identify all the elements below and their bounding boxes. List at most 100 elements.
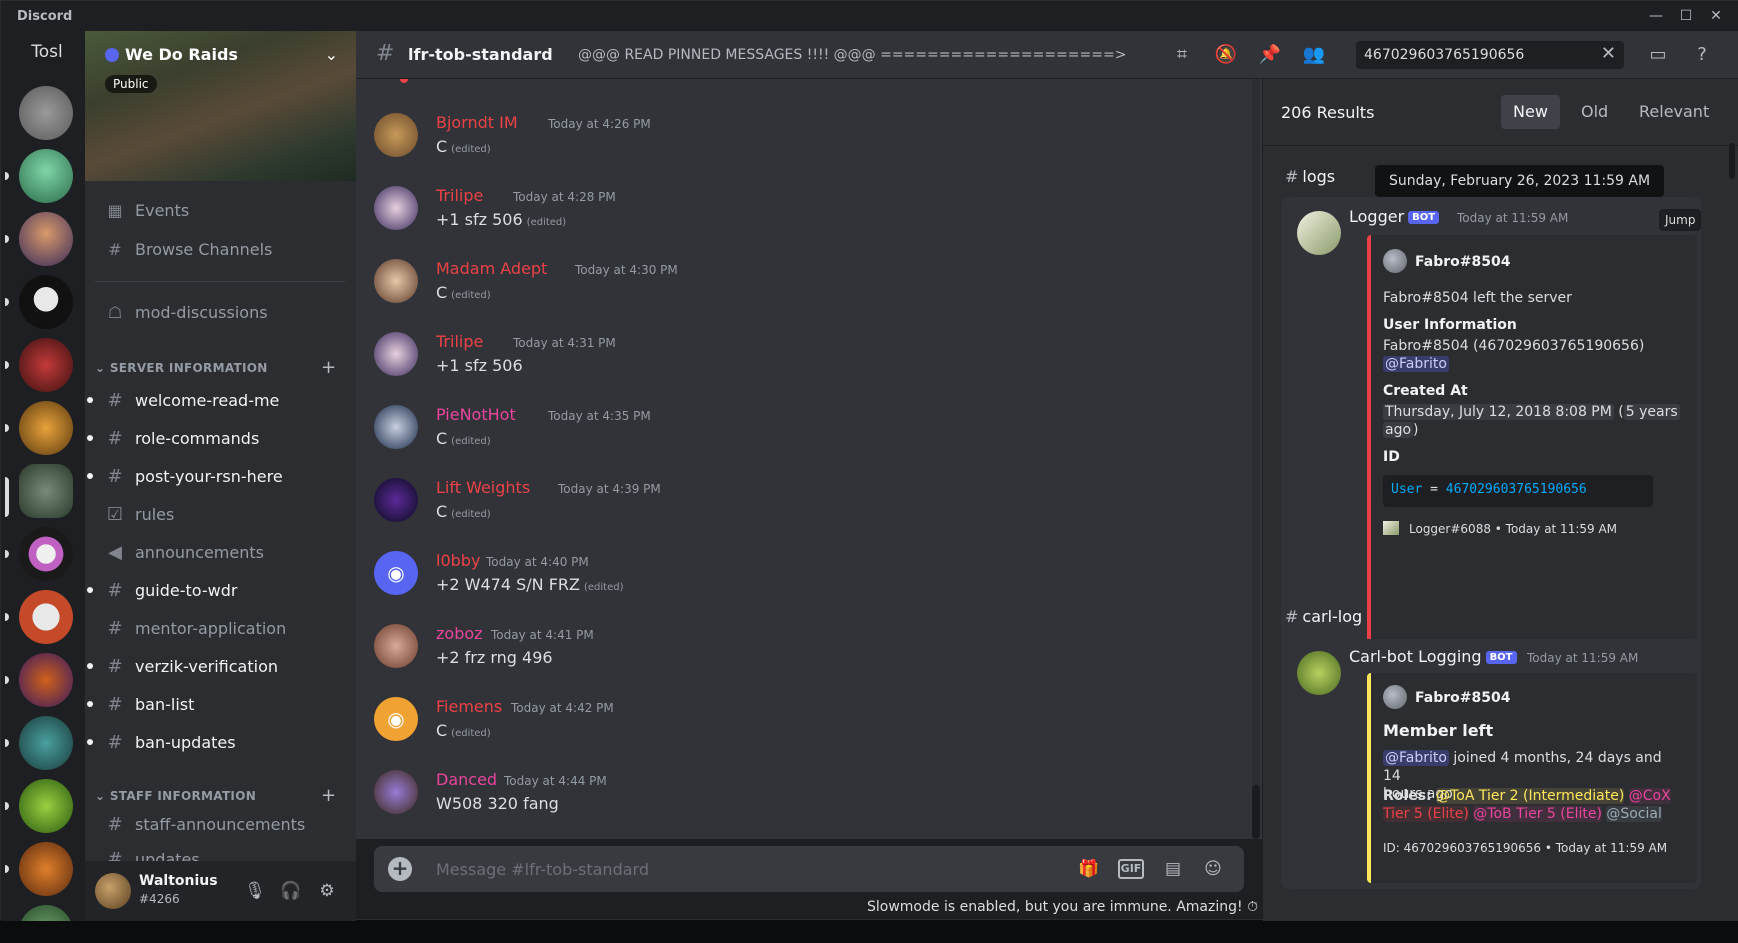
gift-icon[interactable]: 🎁 <box>1076 857 1102 881</box>
role-mention[interactable]: @Social <box>1606 806 1662 822</box>
server-icon[interactable] <box>19 653 73 707</box>
role-mention[interactable]: Tier 5 (Elite) <box>1383 806 1469 822</box>
pinned-messages-icon[interactable]: 📌 <box>1258 43 1282 67</box>
server-icon[interactable] <box>19 905 73 921</box>
add-channel-icon[interactable]: + <box>321 785 336 806</box>
channel-mentor-application[interactable]: # mentor-application <box>105 612 286 646</box>
server-icon[interactable] <box>19 338 73 392</box>
search-box[interactable]: ✕ <box>1356 41 1624 69</box>
sort-relevant-tab[interactable]: Relevant <box>1627 95 1721 129</box>
avatar[interactable] <box>374 478 418 522</box>
add-channel-icon[interactable]: + <box>321 357 336 378</box>
server-icon[interactable] <box>19 275 73 329</box>
result-group-channel[interactable]: # logs <box>1285 167 1335 186</box>
discord-default-avatar-icon[interactable]: ◉ <box>374 697 418 741</box>
server-icon-we-do-raids[interactable] <box>19 464 73 518</box>
avatar[interactable] <box>374 405 418 449</box>
mention-text[interactable]: @Fabrito <box>1383 356 1449 372</box>
channel-ban-updates[interactable]: # ban-updates <box>87 726 236 760</box>
results-scrollbar-thumb[interactable] <box>1729 143 1735 179</box>
server-banner[interactable]: We Do Raids ⌄ Public <box>85 31 356 181</box>
server-icon[interactable] <box>19 86 73 140</box>
message-author[interactable]: Trilipe <box>436 332 483 351</box>
nav-events[interactable]: ▦ Events <box>105 195 189 227</box>
sort-old-tab[interactable]: Old <box>1569 95 1620 129</box>
server-icon[interactable] <box>19 527 73 581</box>
avatar[interactable] <box>374 770 418 814</box>
message-author[interactable]: PieNotHot <box>436 405 516 424</box>
message-author[interactable]: Madam Adept <box>436 259 547 278</box>
server-name[interactable]: We Do Raids <box>105 45 238 64</box>
channel-topic[interactable]: @@@ READ PINNED MESSAGES !!!! @@@ ======… <box>578 47 1126 63</box>
channel-announcements[interactable]: ◀ announcements <box>105 536 264 570</box>
mute-notifications-icon[interactable]: 🔕 <box>1214 43 1238 67</box>
logger-avatar[interactable] <box>1297 211 1341 255</box>
channel-welcome-read-me[interactable]: # welcome-read-me <box>87 384 279 418</box>
message-author[interactable]: Bjorndt IM <box>436 113 518 132</box>
channel-guide-to-wdr[interactable]: # guide-to-wdr <box>87 574 237 608</box>
attach-plus-icon[interactable]: + <box>388 857 412 881</box>
avatar[interactable] <box>374 259 418 303</box>
sticker-icon[interactable]: ▤ <box>1160 857 1186 881</box>
bot-author[interactable]: Carl-bot Logging BOT <box>1349 647 1517 666</box>
category-server-information[interactable]: ⌄ SERVER INFORMATION + <box>95 357 336 378</box>
search-result-card[interactable]: Carl-bot Logging BOT Today at 11:59 AM Fa… <box>1281 639 1701 889</box>
help-icon[interactable]: ? <box>1690 43 1714 67</box>
role-mention[interactable]: @ToA Tier 2 (Intermediate) <box>1436 788 1625 804</box>
avatar[interactable] <box>374 113 418 157</box>
search-input[interactable] <box>1364 45 1584 65</box>
gear-icon[interactable]: ⚙ <box>315 879 339 903</box>
channel-role-commands[interactable]: # role-commands <box>87 422 259 456</box>
result-timestamp[interactable]: Today at 11:59 AM <box>1527 651 1638 665</box>
member-list-icon[interactable]: 👥 <box>1302 43 1326 67</box>
server-icon[interactable] <box>19 590 73 644</box>
jump-button[interactable]: Jump <box>1659 209 1702 231</box>
chevron-down-icon[interactable]: ⌄ <box>325 45 338 64</box>
channel-mod-discussions[interactable]: ☖ mod-discussions <box>105 297 268 329</box>
message-author[interactable]: Danced <box>436 770 497 789</box>
result-group-channel[interactable]: # carl-log <box>1285 607 1362 626</box>
category-staff-information[interactable]: ⌄ STAFF INFORMATION + <box>95 785 336 806</box>
embed-mention[interactable]: @Fabrito <box>1383 355 1449 373</box>
server-icon[interactable] <box>19 149 73 203</box>
role-mention[interactable]: @CoX <box>1628 788 1671 804</box>
avatar[interactable] <box>374 186 418 230</box>
message-input[interactable] <box>436 858 996 880</box>
headphones-icon[interactable]: 🎧 <box>279 879 303 903</box>
minimize-icon[interactable]: — <box>1641 5 1671 27</box>
channel-post-your-rsn-here[interactable]: # post-your-rsn-here <box>87 460 283 494</box>
channel-staff-announcements[interactable]: # staff-announcements <box>105 808 305 842</box>
mention-text[interactable]: @Fabrito <box>1383 750 1449 766</box>
maximize-icon[interactable]: ☐ <box>1671 5 1701 27</box>
message-scrollbar-track[interactable] <box>1252 79 1260 839</box>
inbox-icon[interactable]: ▭ <box>1646 43 1670 67</box>
search-result-card[interactable]: Logger BOT Today at 11:59 AM Fabro#8504 F… <box>1281 197 1701 649</box>
turtle-avatar[interactable] <box>1297 651 1341 695</box>
avatar[interactable] <box>374 624 418 668</box>
server-icon[interactable] <box>19 401 73 455</box>
message-author[interactable]: Trilipe <box>436 186 483 205</box>
channel-rules[interactable]: ☑ rules <box>105 498 174 532</box>
message-scrollbar-thumb[interactable] <box>1252 785 1260 839</box>
server-icon[interactable] <box>19 842 73 896</box>
gif-button[interactable]: GIF <box>1118 859 1144 879</box>
server-icon[interactable] <box>19 212 73 266</box>
role-mention[interactable]: @ToB Tier 5 (Elite) <box>1473 806 1602 822</box>
sort-new-tab[interactable]: New <box>1501 95 1560 129</box>
nav-browse-channels[interactable]: # Browse Channels <box>105 234 272 266</box>
message-author[interactable]: zoboz <box>436 624 483 643</box>
bot-author[interactable]: Logger BOT <box>1349 207 1440 226</box>
clear-search-icon[interactable]: ✕ <box>1601 43 1616 64</box>
avatar[interactable] <box>374 332 418 376</box>
result-timestamp[interactable]: Today at 11:59 AM <box>1457 211 1568 225</box>
emoji-icon[interactable]: ☺ <box>1200 857 1226 881</box>
server-icon[interactable] <box>19 716 73 770</box>
channel-ban-list[interactable]: # ban-list <box>87 688 194 722</box>
server-icon[interactable] <box>19 779 73 833</box>
close-icon[interactable]: ✕ <box>1701 5 1731 27</box>
message-author[interactable]: l0bby <box>436 551 480 570</box>
discord-default-avatar-icon[interactable]: ◉ <box>374 551 418 595</box>
message-author[interactable]: Fiemens <box>436 697 502 716</box>
threads-icon[interactable]: ⌗ <box>1170 43 1194 67</box>
channel-verzik-verification[interactable]: # verzik-verification <box>87 650 278 684</box>
